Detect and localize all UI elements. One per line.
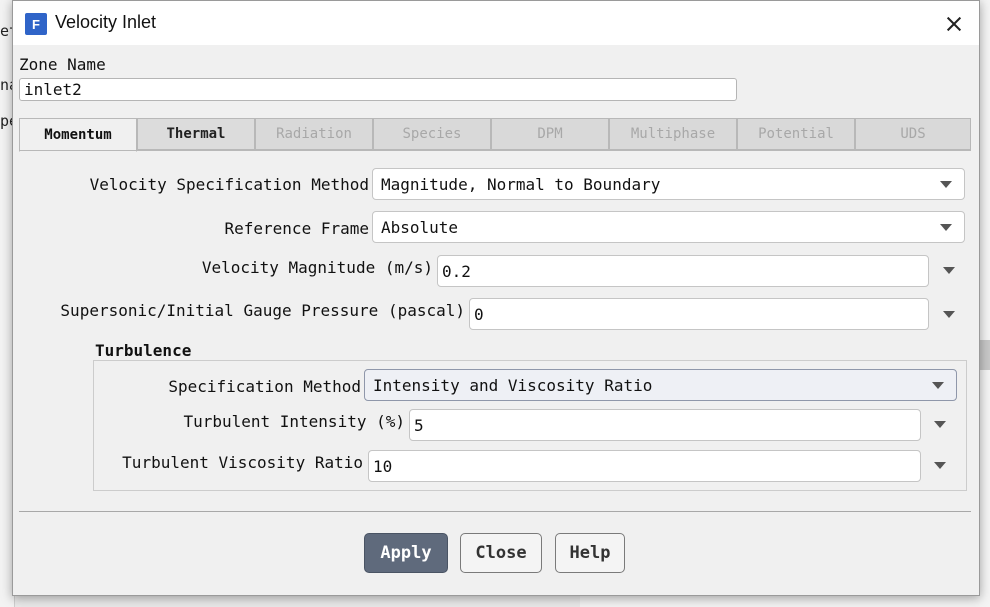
gauge-pressure-label: Supersonic/Initial Gauge Pressure (pasca… [60, 301, 465, 320]
tab-uds[interactable]: UDS [855, 118, 971, 150]
velocity-spec-value: Magnitude, Normal to Boundary [381, 175, 661, 194]
chevron-down-icon [940, 181, 952, 188]
chevron-down-icon [932, 382, 944, 389]
reference-frame-label: Reference Frame [224, 219, 370, 238]
tab-potential[interactable]: Potential [737, 118, 855, 150]
fluent-app-icon: F [25, 13, 47, 35]
tab-dpm[interactable]: DPM [491, 118, 609, 150]
velocity-magnitude-input[interactable] [437, 255, 929, 287]
velocity-magnitude-label: Velocity Magnitude (m/s) [201, 258, 433, 277]
chevron-down-icon[interactable] [934, 421, 946, 428]
tab-momentum[interactable]: Momentum [19, 118, 137, 152]
velocity-spec-dropdown[interactable]: Magnitude, Normal to Boundary [372, 168, 965, 200]
turbulent-viscosity-ratio-label: Turbulent Viscosity Ratio [122, 453, 363, 472]
close-button[interactable]: Close [460, 533, 542, 573]
zone-name-input[interactable] [19, 78, 737, 101]
chevron-down-icon[interactable] [943, 311, 955, 318]
turbulent-intensity-input[interactable] [409, 409, 921, 441]
tab-multiphase[interactable]: Multiphase [609, 118, 737, 150]
turbulence-spec-dropdown[interactable]: Intensity and Viscosity Ratio [364, 369, 957, 401]
turbulent-viscosity-ratio-input[interactable] [368, 450, 921, 482]
reference-frame-dropdown[interactable]: Absolute [372, 211, 965, 243]
turbulence-group-title: Turbulence [95, 341, 192, 360]
tab-radiation[interactable]: Radiation [255, 118, 373, 150]
close-icon[interactable] [935, 9, 971, 39]
dialog-title: Velocity Inlet [55, 12, 157, 32]
reference-frame-value: Absolute [381, 218, 459, 237]
chevron-down-icon [940, 224, 952, 231]
velocity-inlet-dialog: F Velocity Inlet Zone Name Momentum Ther… [12, 0, 980, 596]
turbulence-spec-label: Specification Method [168, 377, 361, 396]
tab-strip: Momentum Thermal Radiation Species DPM M… [19, 118, 971, 152]
turbulent-intensity-label: Turbulent Intensity (%) [183, 412, 405, 431]
gauge-pressure-input[interactable] [469, 298, 929, 330]
tab-species[interactable]: Species [373, 118, 491, 150]
velocity-spec-label: Velocity Specification Method [89, 175, 369, 194]
tab-thermal[interactable]: Thermal [137, 118, 255, 150]
zone-name-label: Zone Name [19, 55, 106, 74]
title-bar: F Velocity Inlet [13, 1, 979, 45]
turbulence-spec-value: Intensity and Viscosity Ratio [373, 376, 653, 395]
apply-button[interactable]: Apply [364, 533, 448, 573]
chevron-down-icon[interactable] [943, 267, 955, 274]
help-button[interactable]: Help [555, 533, 625, 573]
button-separator [19, 511, 971, 512]
chevron-down-icon[interactable] [934, 462, 946, 469]
